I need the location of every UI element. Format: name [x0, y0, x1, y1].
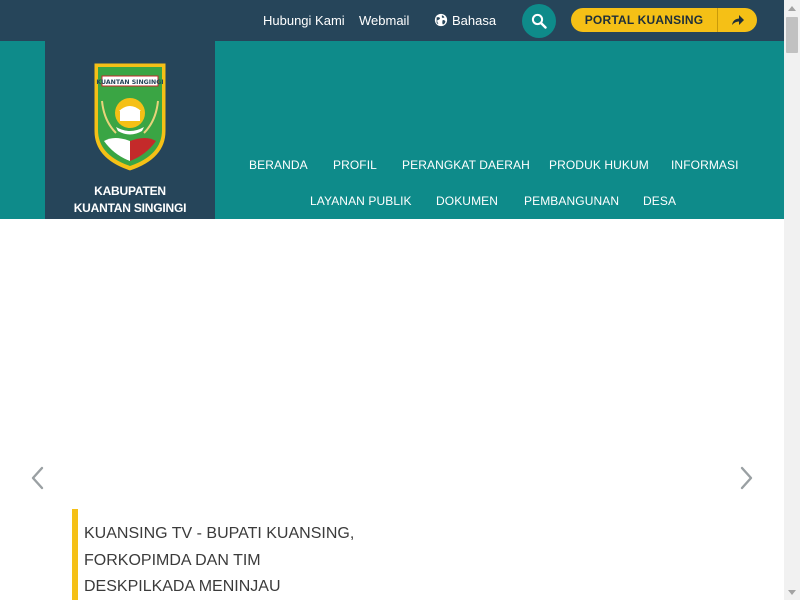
scroll-up-arrow-icon: [788, 5, 796, 11]
caption-line-1: KUANSING TV - BUPATI KUANSING,: [84, 525, 355, 542]
caption-line-3: DESKPILKADA MENINJAU: [84, 578, 281, 595]
scroll-down-button[interactable]: [784, 584, 800, 600]
top-bar: Hubungi Kami Webmail Bahasa PORTAL KUANS…: [0, 0, 784, 41]
scroll-up-button[interactable]: [784, 0, 800, 16]
link-bahasa[interactable]: Bahasa: [452, 13, 496, 29]
nav-layanan-publik[interactable]: LAYANAN PUBLIK: [310, 194, 412, 208]
vertical-scrollbar[interactable]: [784, 0, 800, 600]
site-name-line-1: KABUPATEN: [94, 184, 166, 198]
site-name-line-2: KUANTAN SINGINGI: [73, 201, 187, 215]
link-hubungi-kami[interactable]: Hubungi Kami: [263, 13, 345, 29]
nav-informasi[interactable]: INFORMASI: [671, 158, 739, 172]
crest-text: KUANTAN SINGINGI: [96, 79, 163, 86]
caption-line-2: FORKOPIMDA DAN TIM: [84, 551, 261, 569]
slide-caption[interactable]: KUANSING TV - BUPATI KUANSING, FORKOPIMD…: [84, 521, 384, 600]
search-icon: [531, 13, 547, 29]
chevron-left-icon[interactable]: [28, 465, 48, 491]
nav-beranda[interactable]: BERANDA: [249, 158, 308, 172]
portal-kuansing-label: PORTAL KUANSING: [584, 13, 704, 27]
portal-arrow: [717, 8, 757, 32]
nav-produk-hukum[interactable]: PRODUK HUKUM: [549, 158, 649, 172]
main-header: KUANTAN SINGINGI KABUPATEN KUANTAN SINGI…: [0, 41, 784, 242]
site-name: KABUPATEN KUANTAN SINGINGI: [45, 183, 215, 217]
link-webmail[interactable]: Webmail: [359, 13, 409, 29]
nav-dokumen[interactable]: DOKUMEN: [436, 194, 498, 208]
chevron-right-icon[interactable]: [736, 465, 756, 491]
logo-panel[interactable]: KUANTAN SINGINGI KABUPATEN KUANTAN SINGI…: [45, 41, 215, 242]
arrow-right-icon: [731, 15, 744, 25]
nav-profil[interactable]: PROFIL: [333, 158, 377, 172]
nav-desa[interactable]: DESA: [643, 194, 676, 208]
scroll-down-arrow-icon: [788, 589, 796, 595]
globe-icon: [434, 13, 448, 27]
scrollbar-thumb[interactable]: [786, 17, 798, 53]
nav-perangkat-daerah[interactable]: PERANGKAT DAERAH: [402, 158, 530, 172]
nav-pembangunan[interactable]: PEMBANGUNAN: [524, 194, 619, 208]
caption-accent-bar: [72, 509, 78, 600]
search-button[interactable]: [522, 4, 556, 38]
portal-kuansing-button[interactable]: PORTAL KUANSING: [571, 8, 757, 32]
kuantan-singingi-crest-logo: KUANTAN SINGINGI: [93, 62, 167, 172]
